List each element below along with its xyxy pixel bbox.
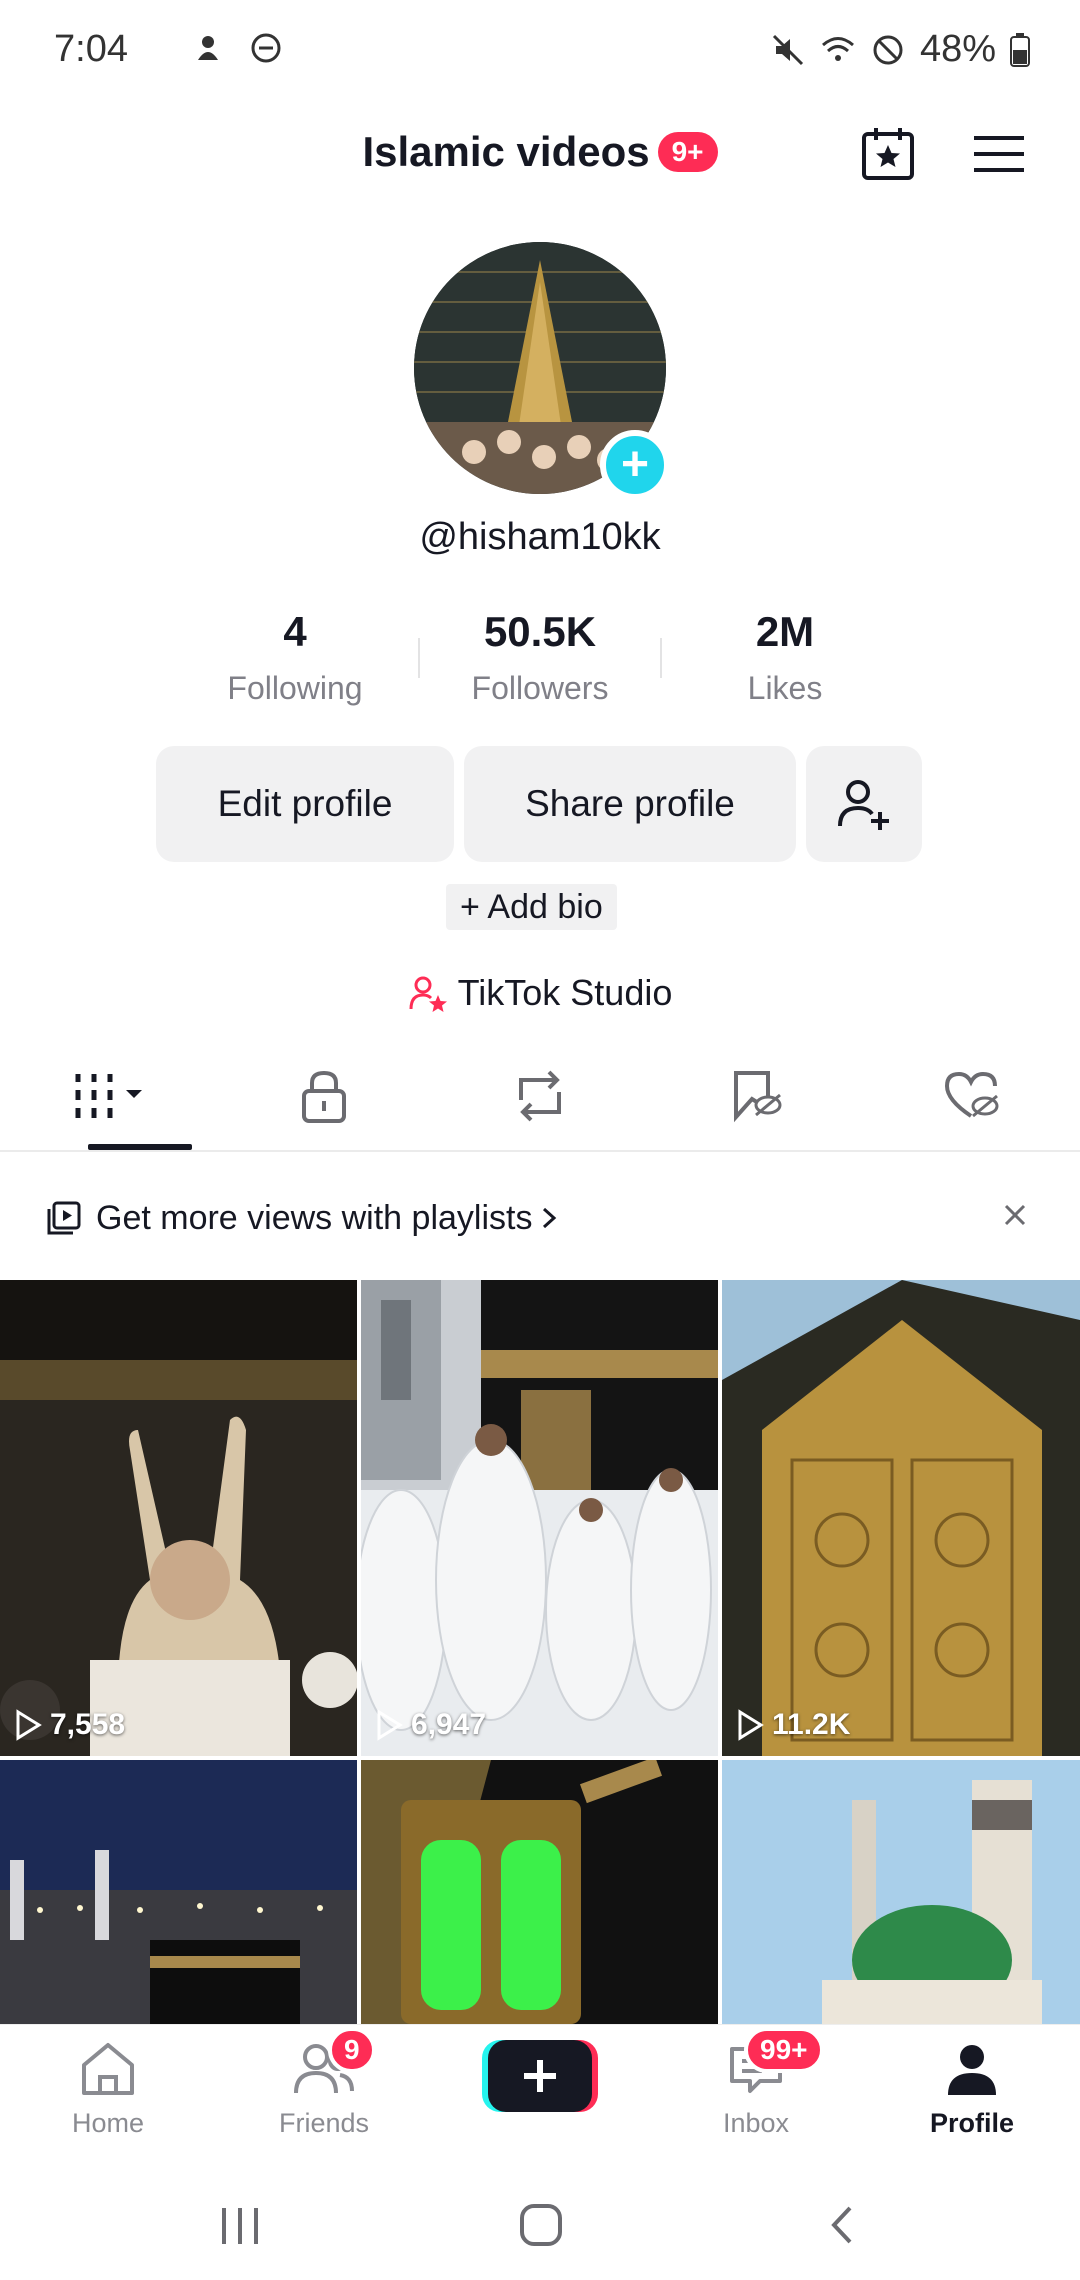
studio-label: TikTok Studio — [457, 972, 673, 1013]
heart-hidden-icon — [944, 1071, 999, 1118]
stat-value: 50.5K — [483, 608, 597, 655]
stat-label: Following — [227, 670, 363, 706]
tab-favorites[interactable] — [648, 1042, 864, 1150]
playlist-banner[interactable]: Get more views with playlists — [0, 1156, 1080, 1280]
inbox-badge: 99+ — [744, 2027, 824, 2073]
stat-label: Likes — [747, 670, 823, 706]
tiktok-studio-link[interactable]: TikTok Studio — [0, 972, 1080, 1014]
avatar-add-button[interactable]: + — [600, 430, 670, 500]
header-title-wrap[interactable]: Islamic videos 9+ — [0, 128, 1080, 176]
create-button[interactable] — [482, 2036, 598, 2114]
wifi-icon — [821, 36, 854, 61]
home-icon — [82, 2043, 134, 2095]
video-thumbnail — [361, 1760, 718, 2024]
view-count-label: 6,947 — [411, 1708, 487, 1741]
profile-icon — [948, 2045, 996, 2095]
video-thumbnail — [722, 1280, 1080, 1756]
home-button-icon[interactable] — [518, 2202, 564, 2248]
repost-icon — [519, 1070, 561, 1122]
profile-stats: 4 Following 50.5K Followers 2M Likes — [190, 608, 890, 718]
stat-value: 2M — [755, 608, 815, 655]
stat-label: Followers — [471, 670, 609, 706]
video-tile[interactable] — [722, 1760, 1080, 2024]
video-thumbnail — [361, 1280, 718, 1756]
video-tile[interactable]: 11.2K — [722, 1280, 1080, 1756]
stat-value: 4 — [283, 608, 307, 655]
playlist-icon — [47, 1201, 81, 1235]
stat-divider — [660, 638, 662, 678]
stat-likes[interactable]: 2M Likes — [680, 608, 890, 718]
view-count: 11.2K — [736, 1708, 850, 1742]
header-badge: 9+ — [657, 132, 718, 172]
video-thumbnail — [722, 1760, 1080, 2024]
notification-icon — [198, 36, 218, 60]
nav-home[interactable]: Home — [28, 2041, 188, 2139]
play-icon — [738, 1709, 764, 1741]
studio-icon — [409, 976, 447, 1012]
add-bio-button[interactable]: + Add bio — [446, 884, 617, 930]
battery-percent: 48% — [919, 28, 996, 70]
video-tile[interactable] — [361, 1760, 718, 2024]
bookmark-hidden-icon — [734, 1071, 782, 1123]
recent-apps-icon[interactable] — [216, 2206, 264, 2246]
active-tab-indicator — [88, 1144, 192, 1150]
status-bar: 7:04 48% — [0, 0, 1080, 100]
add-user-icon — [838, 780, 889, 830]
view-count-label: 11.2K — [772, 1708, 851, 1741]
dnd-icon — [251, 33, 281, 63]
battery-icon — [1010, 32, 1030, 67]
nav-label: Home — [71, 2108, 145, 2138]
play-icon — [377, 1709, 403, 1741]
header-title: Islamic videos — [362, 128, 650, 175]
profile-tabs — [0, 1042, 1080, 1152]
stat-following[interactable]: 4 Following — [190, 608, 400, 718]
tab-reposts[interactable] — [432, 1042, 648, 1150]
video-tile[interactable] — [0, 1760, 357, 2024]
close-icon[interactable] — [1000, 1200, 1030, 1230]
chevron-right-icon — [543, 1207, 557, 1229]
nav-friends[interactable]: Friends — [244, 2041, 404, 2139]
view-count: 6,947 — [375, 1708, 486, 1742]
grid-icon — [75, 1074, 142, 1118]
status-left-icons — [190, 30, 284, 66]
menu-icon[interactable] — [972, 132, 1026, 176]
status-time: 7:04 — [54, 28, 128, 70]
nav-label: Inbox — [722, 2108, 790, 2138]
tab-videos[interactable] — [0, 1042, 216, 1150]
mute-icon — [772, 34, 803, 65]
profile-actions: Edit profile Share profile — [156, 746, 922, 862]
tab-liked[interactable] — [864, 1042, 1080, 1150]
status-right: 48% — [770, 28, 1030, 71]
tab-private[interactable] — [216, 1042, 432, 1150]
view-count: 7,558 — [14, 1708, 125, 1742]
friends-badge: 9 — [328, 2027, 376, 2073]
system-nav — [0, 2160, 1080, 2280]
add-friend-button[interactable] — [806, 746, 922, 862]
video-thumbnail — [0, 1280, 357, 1756]
blocked-icon — [873, 35, 903, 64]
username: @hisham10kk — [419, 516, 661, 558]
video-tile[interactable]: 6,947 — [361, 1280, 718, 1756]
share-profile-button[interactable]: Share profile — [464, 746, 796, 862]
profile-header: Islamic videos 9+ — [0, 110, 1080, 200]
nav-profile[interactable]: Profile — [892, 2041, 1052, 2139]
back-icon[interactable] — [826, 2204, 860, 2246]
stat-divider — [418, 638, 420, 678]
play-icon — [16, 1709, 42, 1741]
edit-profile-button[interactable]: Edit profile — [156, 746, 454, 862]
video-tile[interactable]: 7,558 — [0, 1280, 357, 1756]
video-grid: 7,558 6,947 11.2K — [0, 1280, 1080, 2024]
lock-icon — [302, 1070, 346, 1123]
nav-label: Friends — [278, 2108, 370, 2138]
banner-text: Get more views with playlists — [96, 1198, 533, 1237]
stat-followers[interactable]: 50.5K Followers — [435, 608, 645, 718]
calendar-star-icon[interactable] — [860, 126, 916, 182]
video-thumbnail — [0, 1760, 357, 2024]
view-count-label: 7,558 — [50, 1708, 126, 1741]
nav-label: Profile — [929, 2108, 1015, 2138]
